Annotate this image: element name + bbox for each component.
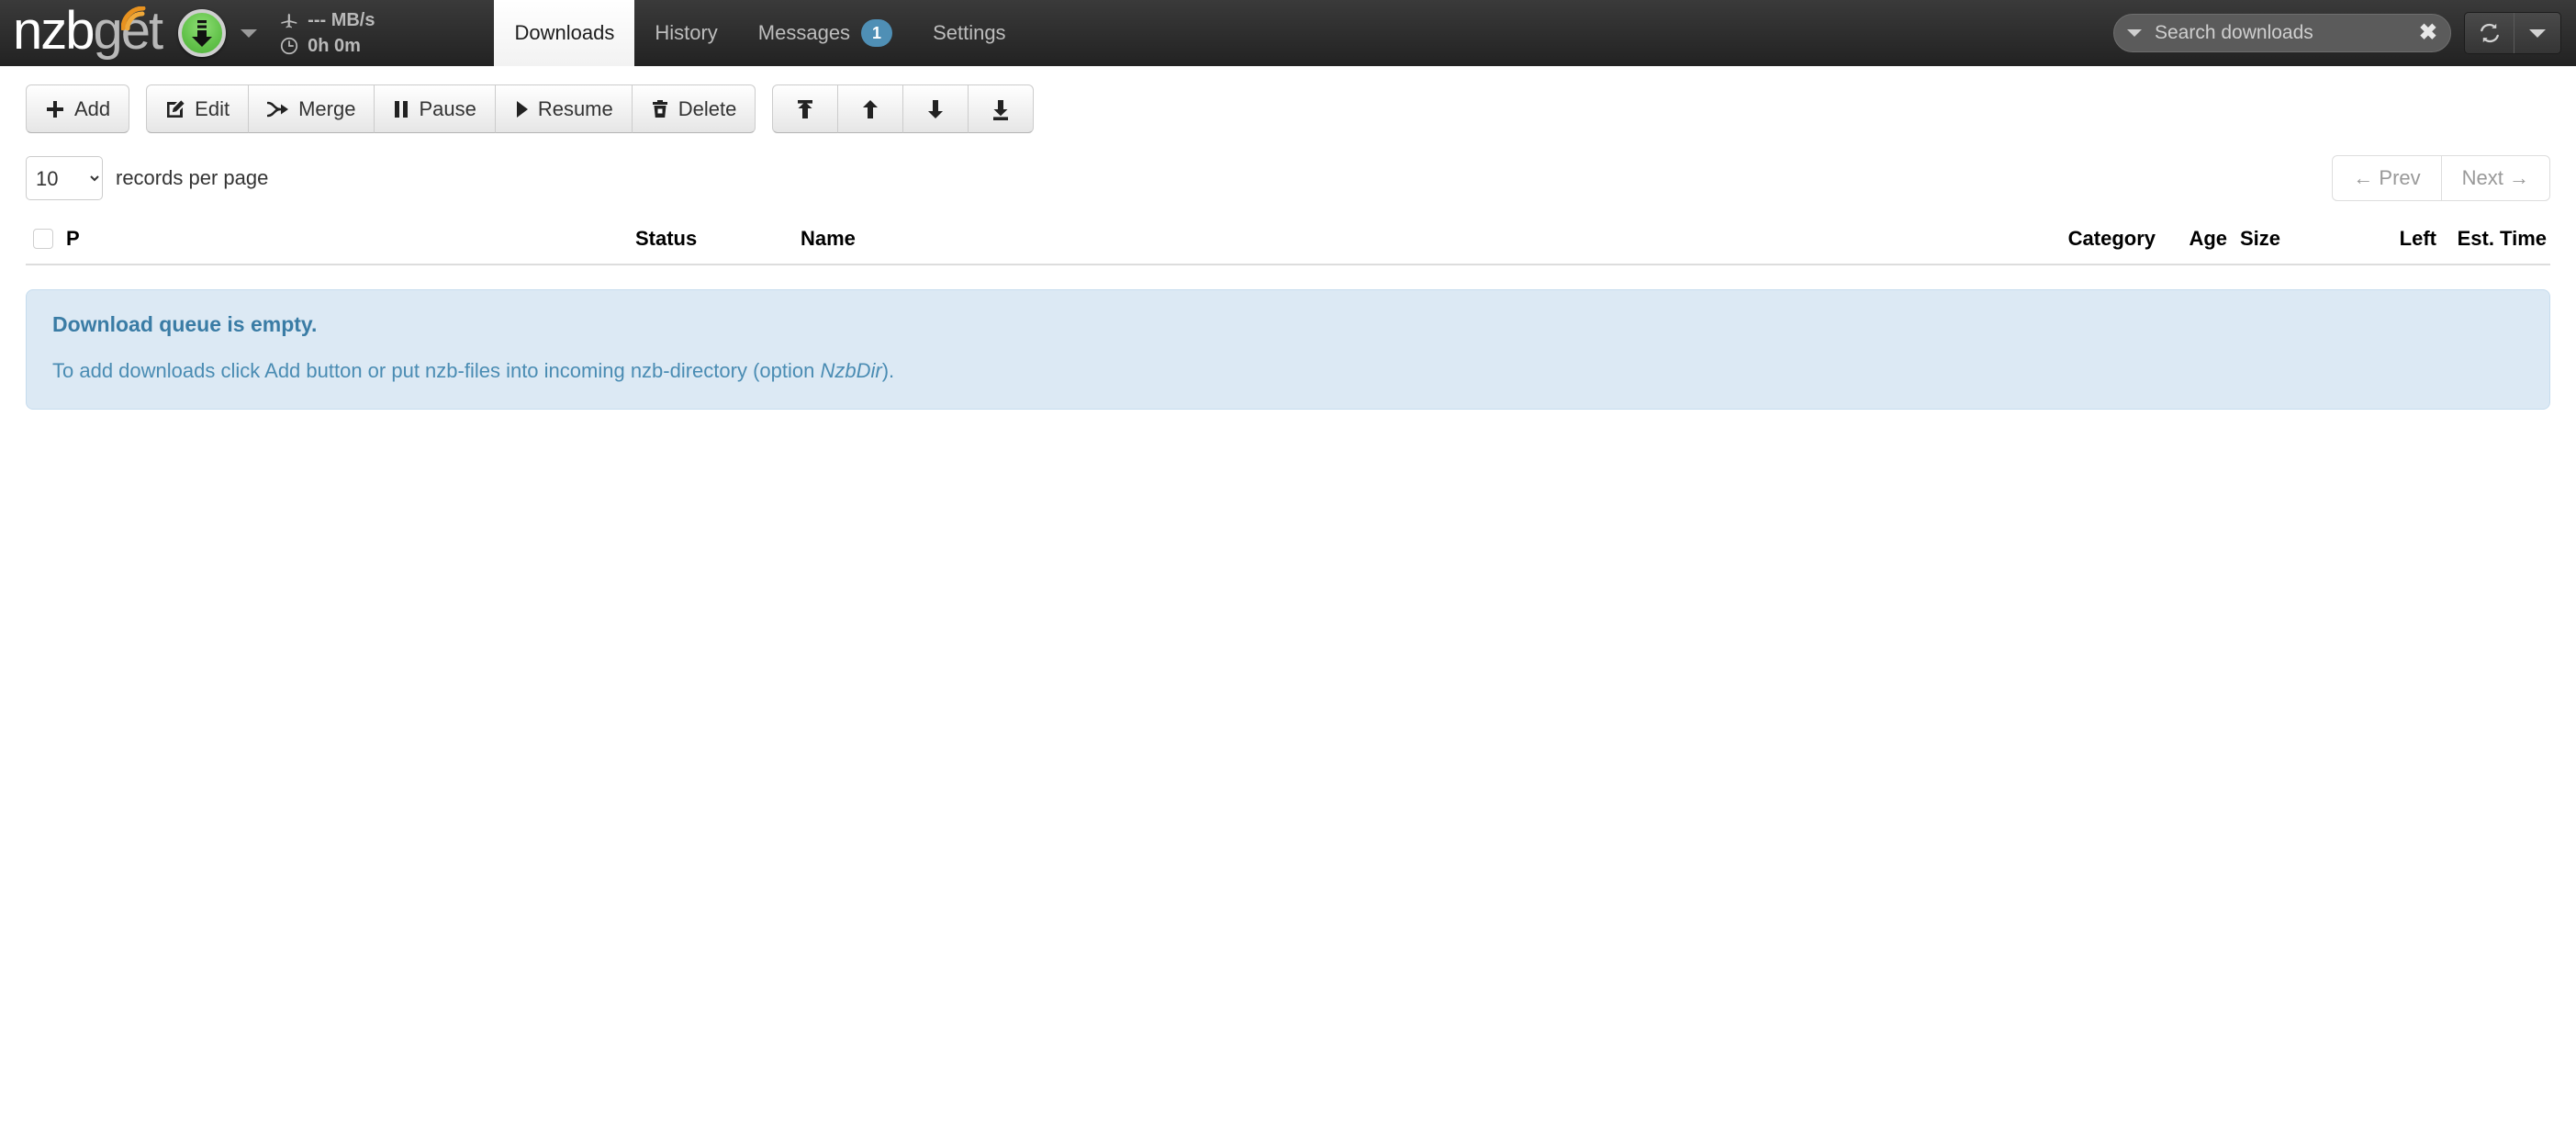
status-dropdown-caret-icon[interactable] (241, 29, 257, 38)
download-arrow-icon (188, 18, 216, 48)
select-all-checkbox[interactable] (33, 229, 53, 249)
refresh-options-button[interactable] (2514, 13, 2560, 53)
records-per-page-row: 10 20 50 100 records per page ← Prev Nex… (26, 153, 2550, 203)
column-header-name[interactable]: Name (801, 227, 2029, 251)
airplane-icon (279, 10, 299, 30)
tab-messages[interactable]: Messages 1 (738, 0, 913, 66)
add-button[interactable]: Add (26, 84, 129, 133)
move-up-icon (859, 98, 881, 120)
merge-button[interactable]: Merge (248, 84, 375, 133)
empty-queue-option-name: NzbDir (820, 359, 881, 382)
empty-queue-description: To add downloads click Add button or put… (52, 359, 2524, 383)
empty-queue-text-before: To add downloads click Add button or put… (52, 359, 820, 382)
column-header-priority[interactable]: P (66, 227, 635, 251)
move-to-bottom-button[interactable] (968, 84, 1034, 133)
search-scope-caret-icon[interactable] (2127, 29, 2142, 37)
resume-button-label: Resume (538, 97, 613, 121)
clear-x-icon[interactable]: ✖ (2419, 22, 2437, 44)
edit-button[interactable]: Edit (146, 84, 249, 133)
resume-button[interactable]: Resume (495, 84, 633, 133)
refresh-button[interactable] (2465, 13, 2514, 53)
move-up-button[interactable] (837, 84, 903, 133)
move-down-button[interactable] (902, 84, 969, 133)
navbar-stats: --- MB/s 0h 0m (279, 9, 375, 57)
tab-downloads-label: Downloads (514, 21, 614, 45)
move-actions-group (772, 84, 1034, 133)
pause-icon (393, 99, 409, 119)
navbar-brand-area: nzbget --- MB/s (0, 0, 375, 66)
merge-arrow-icon (267, 99, 289, 119)
empty-queue-title: Download queue is empty. (52, 312, 2524, 337)
tab-downloads[interactable]: Downloads (494, 0, 634, 66)
logo-text-nzb: nzb (13, 1, 94, 61)
records-per-page-label: records per page (116, 166, 268, 190)
pencil-square-icon (165, 99, 185, 119)
move-down-icon (924, 98, 946, 120)
play-icon (514, 99, 529, 119)
clock-icon (279, 36, 299, 56)
tab-history[interactable]: History (634, 0, 737, 66)
search-input[interactable] (2153, 21, 2408, 45)
main-content: Add Edit Merge (0, 66, 2576, 410)
messages-badge: 1 (861, 19, 892, 47)
column-header-left[interactable]: Left (2299, 227, 2436, 251)
plus-icon (45, 99, 65, 119)
refresh-button-group (2464, 12, 2561, 54)
move-to-bottom-icon (990, 98, 1012, 120)
pagination: ← Prev Next → (2332, 155, 2550, 201)
pause-button-label: Pause (419, 97, 476, 121)
delete-button[interactable]: Delete (632, 84, 756, 133)
chevron-down-icon (2529, 29, 2546, 38)
navbar-tabs: Downloads History Messages 1 Settings (494, 0, 2113, 66)
prev-page-button[interactable]: ← Prev (2332, 155, 2441, 201)
remaining-time-row: 0h 0m (279, 35, 375, 57)
next-page-button[interactable]: Next → (2441, 155, 2550, 201)
refresh-icon (2477, 20, 2503, 46)
remaining-time-value: 0h 0m (308, 36, 361, 57)
merge-button-label: Merge (298, 97, 355, 121)
column-header-age[interactable]: Age (2156, 227, 2227, 251)
wifi-arc-icon (121, 6, 152, 30)
records-per-page-select[interactable]: 10 20 50 100 (26, 156, 103, 200)
empty-queue-text-after: ). (882, 359, 894, 382)
delete-button-label: Delete (678, 97, 737, 121)
column-header-status[interactable]: Status (635, 227, 801, 251)
add-button-label: Add (74, 97, 110, 121)
downloads-table-header: P Status Name Category Age Size Left Est… (26, 214, 2550, 265)
app-logo[interactable]: nzbget (13, 5, 165, 58)
trash-icon (651, 99, 669, 119)
tab-settings[interactable]: Settings (913, 0, 1026, 66)
pause-button[interactable]: Pause (374, 84, 495, 133)
top-navbar: nzbget --- MB/s (0, 0, 2576, 66)
tab-history-label: History (655, 21, 717, 45)
select-all-cell[interactable] (26, 229, 66, 249)
queue-actions-group: Edit Merge Pause (146, 84, 756, 133)
tab-messages-label: Messages (758, 21, 850, 45)
download-status-orb-button[interactable] (178, 9, 226, 57)
column-header-size[interactable]: Size (2227, 227, 2299, 251)
downloads-toolbar: Add Edit Merge (26, 66, 2550, 133)
tab-settings-label: Settings (933, 21, 1006, 45)
column-header-est-time[interactable]: Est. Time (2436, 227, 2550, 251)
search-downloads-box[interactable]: ✖ (2113, 14, 2451, 52)
edit-button-label: Edit (195, 97, 230, 121)
empty-queue-alert: Download queue is empty. To add download… (26, 289, 2550, 410)
move-to-top-icon (794, 98, 816, 120)
column-header-category[interactable]: Category (2029, 227, 2156, 251)
move-to-top-button[interactable] (772, 84, 838, 133)
download-speed-row: --- MB/s (279, 9, 375, 31)
navbar-right-area: ✖ (2113, 0, 2576, 66)
download-speed-value: --- MB/s (308, 10, 375, 31)
